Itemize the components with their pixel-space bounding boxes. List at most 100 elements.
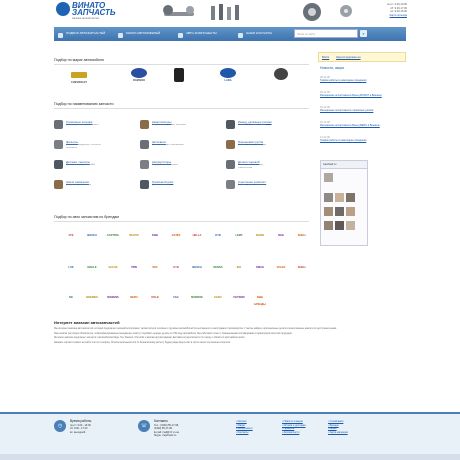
part-brand-logo[interactable]: MONROE bbox=[188, 294, 206, 301]
brand-gaz[interactable] bbox=[270, 68, 292, 86]
avatar[interactable] bbox=[346, 193, 355, 202]
avatar[interactable] bbox=[324, 221, 333, 230]
news-title: Новости, акции bbox=[320, 66, 345, 70]
part-brand-logo[interactable]: NK bbox=[62, 294, 80, 301]
brand-lada[interactable]: LADA bbox=[217, 68, 239, 86]
part-icon bbox=[54, 180, 63, 189]
nav-item-components[interactable]: Авто-компоненты bbox=[174, 31, 234, 40]
category-item[interactable]: Амортизаторы Амортизаторы, стойки, пыльни… bbox=[140, 120, 190, 136]
category-item[interactable]: Тормозные колодки Колодки дисковые, бараб… bbox=[54, 120, 104, 136]
part-brand-logo[interactable]: INA bbox=[230, 264, 248, 271]
search-input[interactable]: Поиск по сайту bbox=[294, 29, 358, 38]
part-brand-logo[interactable]: MAHLE bbox=[83, 264, 101, 271]
part-brand-logo[interactable]: ЕЩЕ БРЕНДЫ bbox=[251, 294, 269, 306]
brand-tagaz[interactable] bbox=[168, 68, 190, 86]
news-link[interactable]: График работы в новогодние праздники bbox=[320, 139, 366, 142]
part-brand-logo[interactable]: SKF bbox=[146, 264, 164, 271]
part-brand-logo[interactable]: VALEO bbox=[272, 264, 290, 271]
part-brand-logo[interactable]: HELLA bbox=[188, 232, 206, 239]
part-icon bbox=[226, 120, 235, 129]
avatar[interactable] bbox=[335, 221, 344, 230]
nav-item-contacts[interactable]: Наши контакты bbox=[234, 31, 294, 40]
category-desc: Колодки дисковые, барабанные bbox=[66, 124, 99, 126]
avatar[interactable] bbox=[335, 207, 344, 216]
part-brand-logo[interactable]: NGK bbox=[272, 232, 290, 239]
part-brand-logo[interactable]: FEBI bbox=[146, 232, 164, 239]
part-brand-logo[interactable]: FILTRON bbox=[230, 294, 248, 301]
avatar[interactable] bbox=[335, 193, 344, 202]
nav-item-parts[interactable]: Подбор автозапчастей bbox=[54, 31, 114, 40]
news-link[interactable]: Расширение ассортимента Бренд BERU в Вин… bbox=[320, 124, 380, 127]
part-brand-logo[interactable]: LEMF bbox=[230, 232, 248, 239]
category-item[interactable]: Датчики, сенсоры Лямбда-зонды, датчики AB… bbox=[54, 160, 104, 176]
part-brand-logo[interactable]: ATE bbox=[62, 232, 80, 239]
category-desc: Иридиевые, платиновые bbox=[66, 184, 92, 186]
category-item[interactable]: Детали ходовой Рычаги, шаровые опоры, сай… bbox=[226, 160, 276, 176]
part-brand-logo[interactable]: KOLB bbox=[146, 294, 164, 301]
map-link[interactable]: Карта проезда bbox=[362, 14, 407, 18]
news-item[interactable]: 14.12.08 График работы в новогодние празд… bbox=[320, 136, 406, 142]
category-desc: Рычаги, шаровые опоры, сайлентблоки bbox=[238, 164, 264, 169]
nav-item-brands[interactable]: Марки автомобилей bbox=[114, 31, 174, 40]
part-brand-logo[interactable]: DENSO bbox=[209, 264, 227, 271]
footer-link[interactable]: Контакты bbox=[236, 431, 253, 435]
category-item[interactable]: Поршневая группа Поршни, кольца, вкладыши bbox=[226, 140, 276, 156]
news-link[interactable]: График работы в новогодние праздники bbox=[320, 79, 366, 82]
category-item[interactable]: Свечи зажигания Иридиевые, платиновые bbox=[54, 180, 104, 196]
search-icon: ⌕ bbox=[362, 31, 365, 36]
part-brand-logo[interactable]: KYB bbox=[209, 232, 227, 239]
category-item[interactable]: Ремни, натяжные ролики Ремни ГРМ, ролики,… bbox=[226, 120, 276, 136]
avatar[interactable] bbox=[346, 207, 355, 216]
part-brand-logo[interactable]: GATES bbox=[167, 232, 185, 239]
divider bbox=[54, 221, 309, 222]
category-desc: Поршни, кольца, вкладыши bbox=[238, 144, 267, 146]
part-brand-logo[interactable]: KYB bbox=[167, 264, 185, 271]
part-brand-logo[interactable]: BREMBO bbox=[83, 294, 101, 301]
login-link[interactable]: Войти bbox=[322, 56, 329, 59]
category-item[interactable]: Автосвечи Свечи зажигания, накаливания bbox=[140, 140, 190, 156]
footer-link[interactable]: Автозапчасти bbox=[282, 431, 305, 435]
category-item[interactable]: Фильтры Масляные, воздушные, салонные, то… bbox=[54, 140, 104, 156]
footer-links-1: Каталог Марки Ассортимент Контакты bbox=[236, 420, 253, 434]
footer-link[interactable]: Карта магазина bbox=[328, 431, 348, 435]
register-link[interactable]: Зарегистрироваться bbox=[336, 56, 361, 59]
part-brand-logo[interactable]: LUK bbox=[62, 264, 80, 271]
news-item[interactable]: 26.12.08 Расширение ассортимента Бренд BO… bbox=[320, 91, 406, 97]
news-item[interactable]: 16.12.08 Расширение ассортимента тормозны… bbox=[320, 106, 406, 112]
category-item[interactable]: Аккумуляторы Аккумуляторные батареи bbox=[140, 160, 190, 176]
part-icon bbox=[226, 160, 235, 169]
news-link[interactable]: Расширение ассортимента тормозных дисков bbox=[320, 109, 373, 112]
news-item[interactable]: 15.12.08 Расширение ассортимента Бренд BE… bbox=[320, 121, 406, 127]
category-item[interactable]: Сцепление комплект Корзины, диски, выжимн… bbox=[226, 180, 276, 196]
avatar[interactable] bbox=[324, 207, 333, 216]
part-brand-logo[interactable]: SHELL bbox=[293, 264, 311, 271]
part-brand-logo[interactable]: BOSCH bbox=[83, 232, 101, 239]
part-brand-logo[interactable]: SASIC bbox=[209, 294, 227, 301]
category-desc: Аккумуляторные батареи bbox=[152, 164, 178, 166]
part-brand-logo[interactable]: FAG bbox=[167, 294, 185, 301]
brand-chevrolet[interactable]: CHEVROLET bbox=[68, 70, 90, 88]
part-brand-logo[interactable]: TRW bbox=[125, 264, 143, 271]
footer: ◷ Время работы пн-пт: 9.00 - 19.00 сб: 9… bbox=[0, 412, 460, 460]
part-brand-logo[interactable]: SACHS bbox=[104, 264, 122, 271]
part-brand-logo[interactable]: BERU bbox=[125, 294, 143, 301]
search-button[interactable]: ⌕ bbox=[360, 30, 367, 37]
part-brand-logo[interactable]: CASTROL bbox=[104, 232, 122, 239]
avatar[interactable] bbox=[346, 221, 355, 230]
part-brand-logo[interactable]: SWAG bbox=[251, 264, 269, 271]
brand-daewoo[interactable]: DAEWOO bbox=[128, 68, 150, 86]
news-link[interactable]: Расширение ассортимента Бренд BOSCH в Ви… bbox=[320, 94, 382, 97]
avatar[interactable] bbox=[324, 193, 333, 202]
news-item[interactable]: 28.12.08 График работы в новогодние празд… bbox=[320, 76, 406, 82]
part-brand-logo[interactable]: MANN bbox=[251, 232, 269, 239]
tagaz-logo-icon bbox=[174, 68, 184, 82]
avatar[interactable] bbox=[324, 173, 333, 182]
phone-icon: ☏ bbox=[138, 420, 150, 432]
part-brand-logo[interactable]: NISSENS bbox=[104, 294, 122, 301]
part-brand-logo[interactable]: SHELL bbox=[293, 232, 311, 239]
logo[interactable]: ВИНАТО ЗАПЧАСТЬ магазин автозапчастей bbox=[56, 2, 116, 22]
category-item[interactable]: Тормозной диск Диски тормозные bbox=[140, 180, 190, 196]
chevrolet-logo-icon bbox=[71, 72, 87, 78]
part-brand-logo[interactable]: DELPHI bbox=[125, 232, 143, 239]
part-brand-logo[interactable]: BOSCH bbox=[188, 264, 206, 271]
